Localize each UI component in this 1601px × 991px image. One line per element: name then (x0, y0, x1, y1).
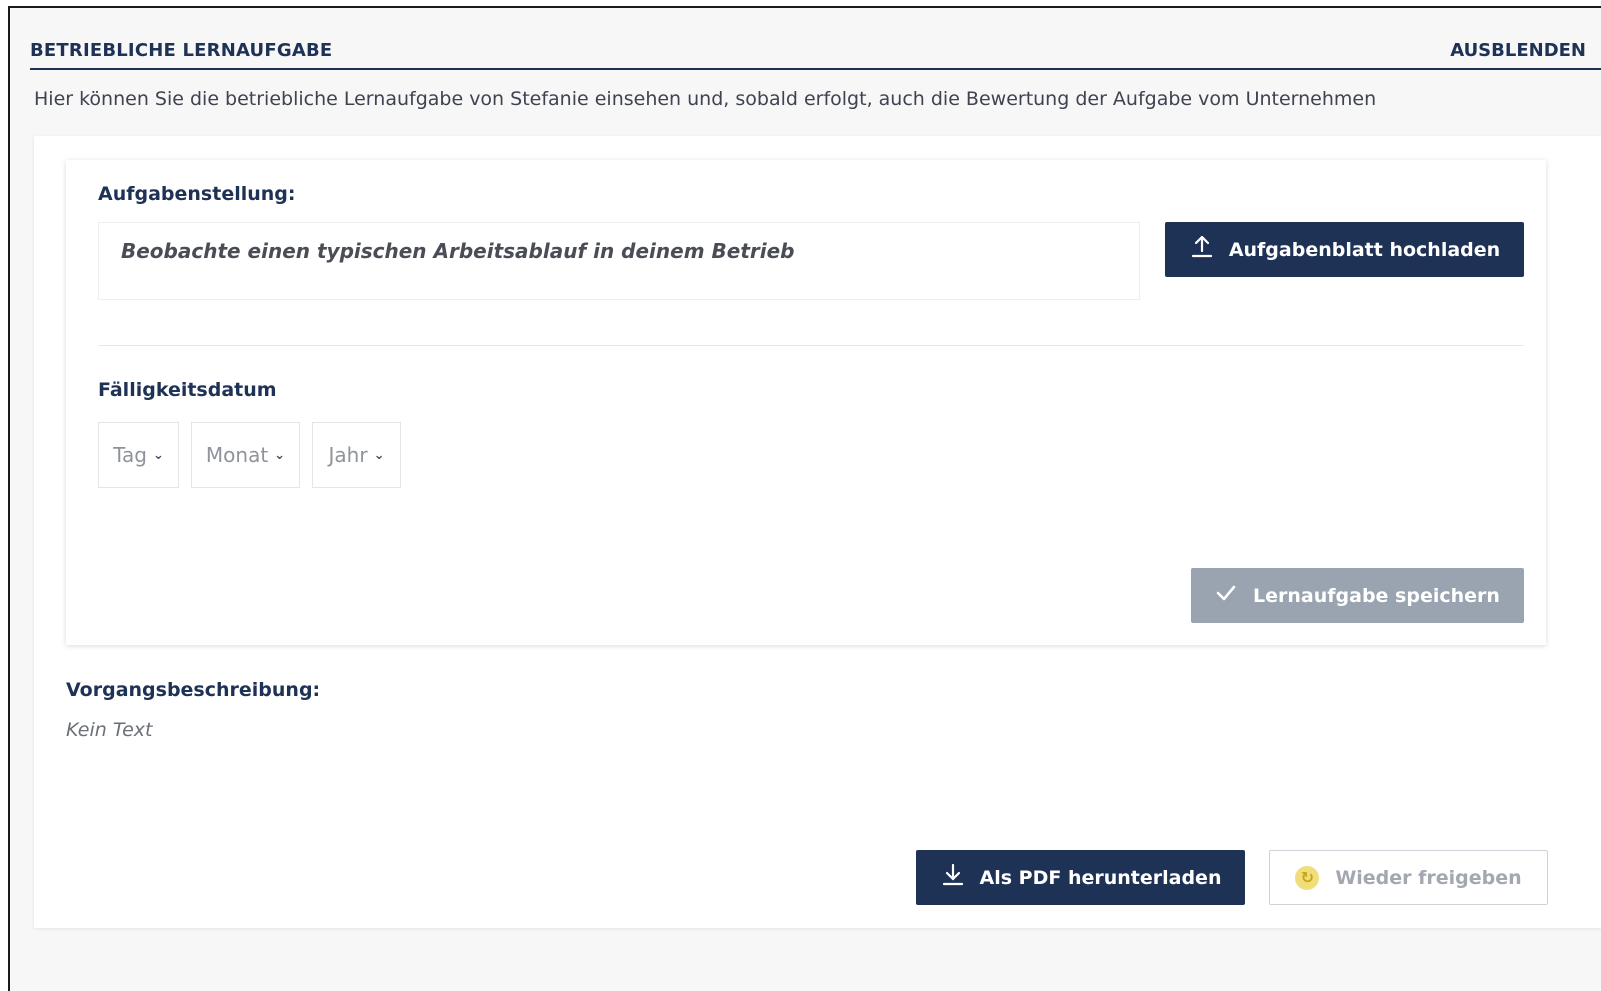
year-select[interactable]: Jahr ⌄ (312, 422, 401, 488)
divider (98, 345, 1524, 346)
save-button-label: Lernaufgabe speichern (1253, 584, 1500, 607)
section-header: BETRIEBLICHE LERNAUFGABE AUSBLENDEN (30, 32, 1601, 70)
chevron-down-icon: ⌄ (373, 447, 385, 463)
download-pdf-button[interactable]: Als PDF herunterladen (916, 850, 1245, 905)
chevron-down-icon: ⌄ (274, 447, 286, 463)
chevron-down-icon: ⌄ (152, 447, 164, 463)
download-button-label: Als PDF herunterladen (979, 866, 1222, 889)
day-select[interactable]: Tag ⌄ (98, 422, 179, 488)
day-select-value: Tag (113, 443, 147, 467)
task-label: Aufgabenstellung: (98, 183, 296, 205)
sync-icon: ↻ (1295, 865, 1320, 890)
upload-worksheet-button[interactable]: Aufgabenblatt hochladen (1165, 222, 1524, 277)
section-title: BETRIEBLICHE LERNAUFGABE (30, 39, 333, 61)
intro-text: Hier können Sie die betriebliche Lernauf… (34, 88, 1377, 110)
due-date-label: Fälligkeitsdatum (98, 379, 277, 401)
release-again-button[interactable]: ↻ Wieder freigeben (1269, 850, 1548, 905)
release-button-label: Wieder freigeben (1335, 866, 1522, 889)
process-description-label: Vorgangsbeschreibung: (66, 679, 321, 701)
process-description-text: Kein Text (66, 719, 153, 741)
task-text: Beobachte einen typischen Arbeitsablauf … (121, 239, 795, 263)
year-select-value: Jahr (328, 443, 368, 467)
month-select[interactable]: Monat ⌄ (191, 422, 300, 488)
download-icon (940, 862, 966, 893)
month-select-value: Monat (205, 443, 269, 467)
hide-link[interactable]: AUSBLENDEN (1450, 40, 1586, 61)
page-frame: BETRIEBLICHE LERNAUFGABE AUSBLENDEN Hier… (8, 6, 1601, 991)
check-icon (1215, 582, 1237, 609)
save-task-button[interactable]: Lernaufgabe speichern (1191, 568, 1524, 623)
task-text-box: Beobachte einen typischen Arbeitsablauf … (98, 222, 1140, 300)
task-edit-panel: Aufgabenstellung: Beobachte einen typisc… (66, 160, 1546, 645)
task-card: Aufgabenstellung: Beobachte einen typisc… (34, 136, 1601, 928)
upload-icon (1189, 234, 1215, 265)
upload-button-label: Aufgabenblatt hochladen (1228, 238, 1501, 261)
